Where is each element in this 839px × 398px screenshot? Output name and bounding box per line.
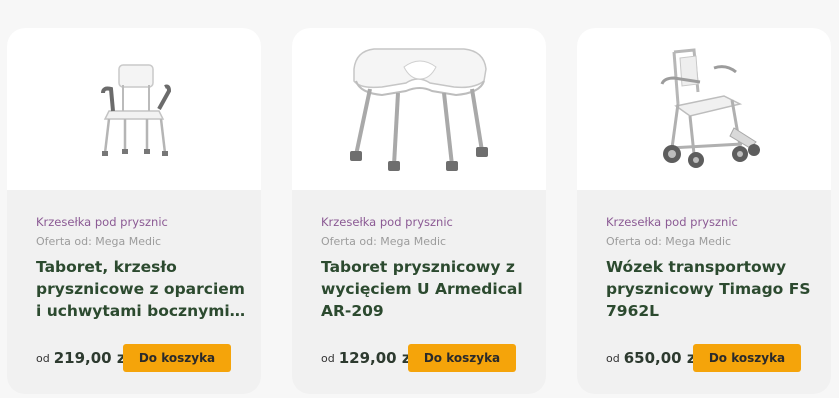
price-row: od 129,00 zł: [321, 344, 416, 372]
add-to-cart-button[interactable]: Do koszyka: [123, 344, 231, 372]
product-category[interactable]: Krzesełka pod prysznic: [321, 214, 532, 230]
product-card[interactable]: Krzesełka pod prysznic Oferta od: Mega M…: [292, 28, 546, 394]
product-card[interactable]: Krzesełka pod prysznic Oferta od: Mega M…: [7, 28, 261, 394]
product-price: 219,00 zł: [53, 349, 132, 367]
add-to-cart-button[interactable]: Do koszyka: [693, 344, 801, 372]
product-price: 129,00 zł: [338, 349, 417, 367]
product-category[interactable]: Krzesełka pod prysznic: [36, 214, 247, 230]
product-title[interactable]: Taboret, krzesło prysznicowe z oparciem …: [36, 256, 248, 322]
product-seller: Oferta od: Mega Medic: [36, 235, 162, 248]
shower-transport-wheelchair-icon: [660, 48, 760, 168]
add-to-cart-button[interactable]: Do koszyka: [408, 344, 516, 372]
product-grid: Krzesełka pod prysznic Oferta od: Mega M…: [0, 0, 839, 398]
u-cutout-shower-stool-icon: [350, 48, 488, 171]
product-card[interactable]: Krzesełka pod prysznic Oferta od: Mega M…: [577, 28, 831, 394]
price-row: od 650,00 zł: [606, 344, 701, 372]
product-seller: Oferta od: Mega Medic: [321, 235, 447, 248]
product-price: 650,00 zł: [623, 349, 702, 367]
product-image[interactable]: [577, 28, 831, 190]
shower-chair-with-armrests-icon: [101, 64, 172, 156]
product-category[interactable]: Krzesełka pod prysznic: [606, 214, 817, 230]
product-image[interactable]: [7, 28, 261, 190]
price-prefix: od: [36, 351, 50, 365]
product-title[interactable]: Taboret prysznicowy z wycięciem U Armedi…: [321, 256, 533, 322]
product-seller: Oferta od: Mega Medic: [606, 235, 732, 248]
product-image[interactable]: [292, 28, 546, 190]
price-prefix: od: [606, 351, 620, 365]
price-prefix: od: [321, 351, 335, 365]
price-row: od 219,00 zł: [36, 344, 131, 372]
product-title[interactable]: Wózek transportowy prysznicowy Timago FS…: [606, 256, 818, 322]
